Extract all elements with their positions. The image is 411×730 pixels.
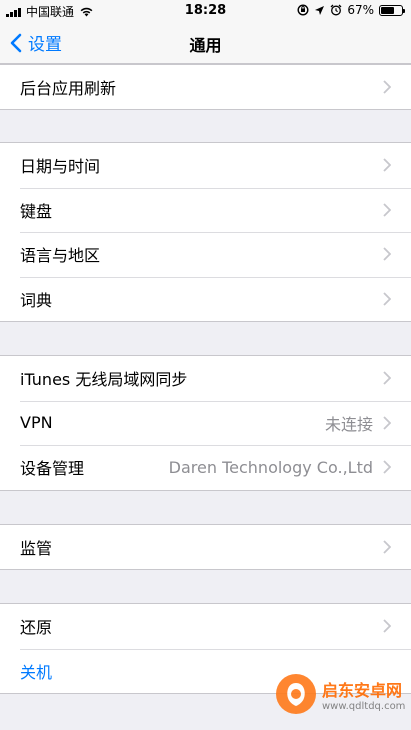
alarm-icon — [330, 4, 342, 16]
chevron-right-icon — [383, 158, 391, 172]
row-background-app-refresh[interactable]: 后台应用刷新 — [0, 65, 411, 110]
row-reset[interactable]: 还原 — [0, 604, 411, 649]
row-language-region[interactable]: 语言与地区 — [0, 232, 411, 277]
battery-icon — [379, 4, 405, 16]
rotation-lock-icon — [297, 4, 309, 16]
row-label: 语言与地区 — [20, 246, 101, 266]
chevron-right-icon — [383, 460, 391, 474]
row-label: 还原 — [20, 618, 53, 638]
chevron-right-icon — [383, 540, 391, 554]
watermark-name: 启东安卓网 — [322, 680, 403, 700]
row-label: 日期与时间 — [20, 157, 101, 177]
shut-down-button[interactable]: 关机 — [20, 659, 52, 683]
chevron-right-icon — [383, 291, 391, 306]
row-label: 键盘 — [20, 201, 53, 221]
row-label: VPN — [20, 413, 53, 433]
row-date-time[interactable]: 日期与时间 — [0, 143, 411, 188]
settings-group-network: iTunes 无线局域网同步 VPN 未连接 设备管理 Daren Techno… — [0, 356, 411, 490]
settings-group-supervision: 监管 — [0, 525, 411, 570]
row-label: 后台应用刷新 — [20, 79, 117, 99]
row-label: iTunes 无线局域网同步 — [20, 370, 188, 390]
chevron-right-icon — [383, 619, 391, 633]
watermark-logo-icon — [276, 674, 316, 714]
chevron-right-icon — [383, 247, 391, 261]
battery-percent: 67% — [347, 3, 374, 17]
row-supervision[interactable]: 监管 — [0, 525, 411, 570]
chevron-right-icon — [383, 80, 391, 94]
status-right: 67% — [297, 3, 405, 17]
row-itunes-wifi-sync[interactable]: iTunes 无线局域网同步 — [0, 356, 411, 401]
location-icon — [315, 5, 325, 15]
watermark-url: www.qdltdq.com — [322, 700, 406, 712]
status-bar: 中国联通 18:28 67% — [0, 0, 411, 22]
settings-group-refresh: 后台应用刷新 — [0, 65, 411, 110]
device-management-profile: Daren Technology Co.,Ltd — [168, 457, 373, 477]
row-label: 设备管理 — [20, 459, 85, 479]
chevron-right-icon — [383, 415, 391, 430]
vpn-status: 未连接 — [324, 414, 373, 434]
row-device-management[interactable]: 设备管理 Daren Technology Co.,Ltd — [0, 445, 411, 490]
row-keyboard[interactable]: 键盘 — [0, 187, 411, 233]
watermark: 启东安卓网 www.qdltdq.com — [276, 674, 405, 714]
chevron-right-icon — [383, 371, 391, 385]
chevron-right-icon — [383, 202, 391, 217]
settings-group-locale: 日期与时间 键盘 语言与地区 词典 — [0, 143, 411, 321]
row-vpn[interactable]: VPN 未连接 — [0, 400, 411, 446]
page-title: 通用 — [189, 36, 222, 55]
row-label: 监管 — [20, 539, 53, 559]
row-label: 词典 — [20, 290, 53, 310]
navigation-bar: 设置 通用 — [0, 22, 411, 64]
row-dictionary[interactable]: 词典 — [0, 276, 411, 322]
